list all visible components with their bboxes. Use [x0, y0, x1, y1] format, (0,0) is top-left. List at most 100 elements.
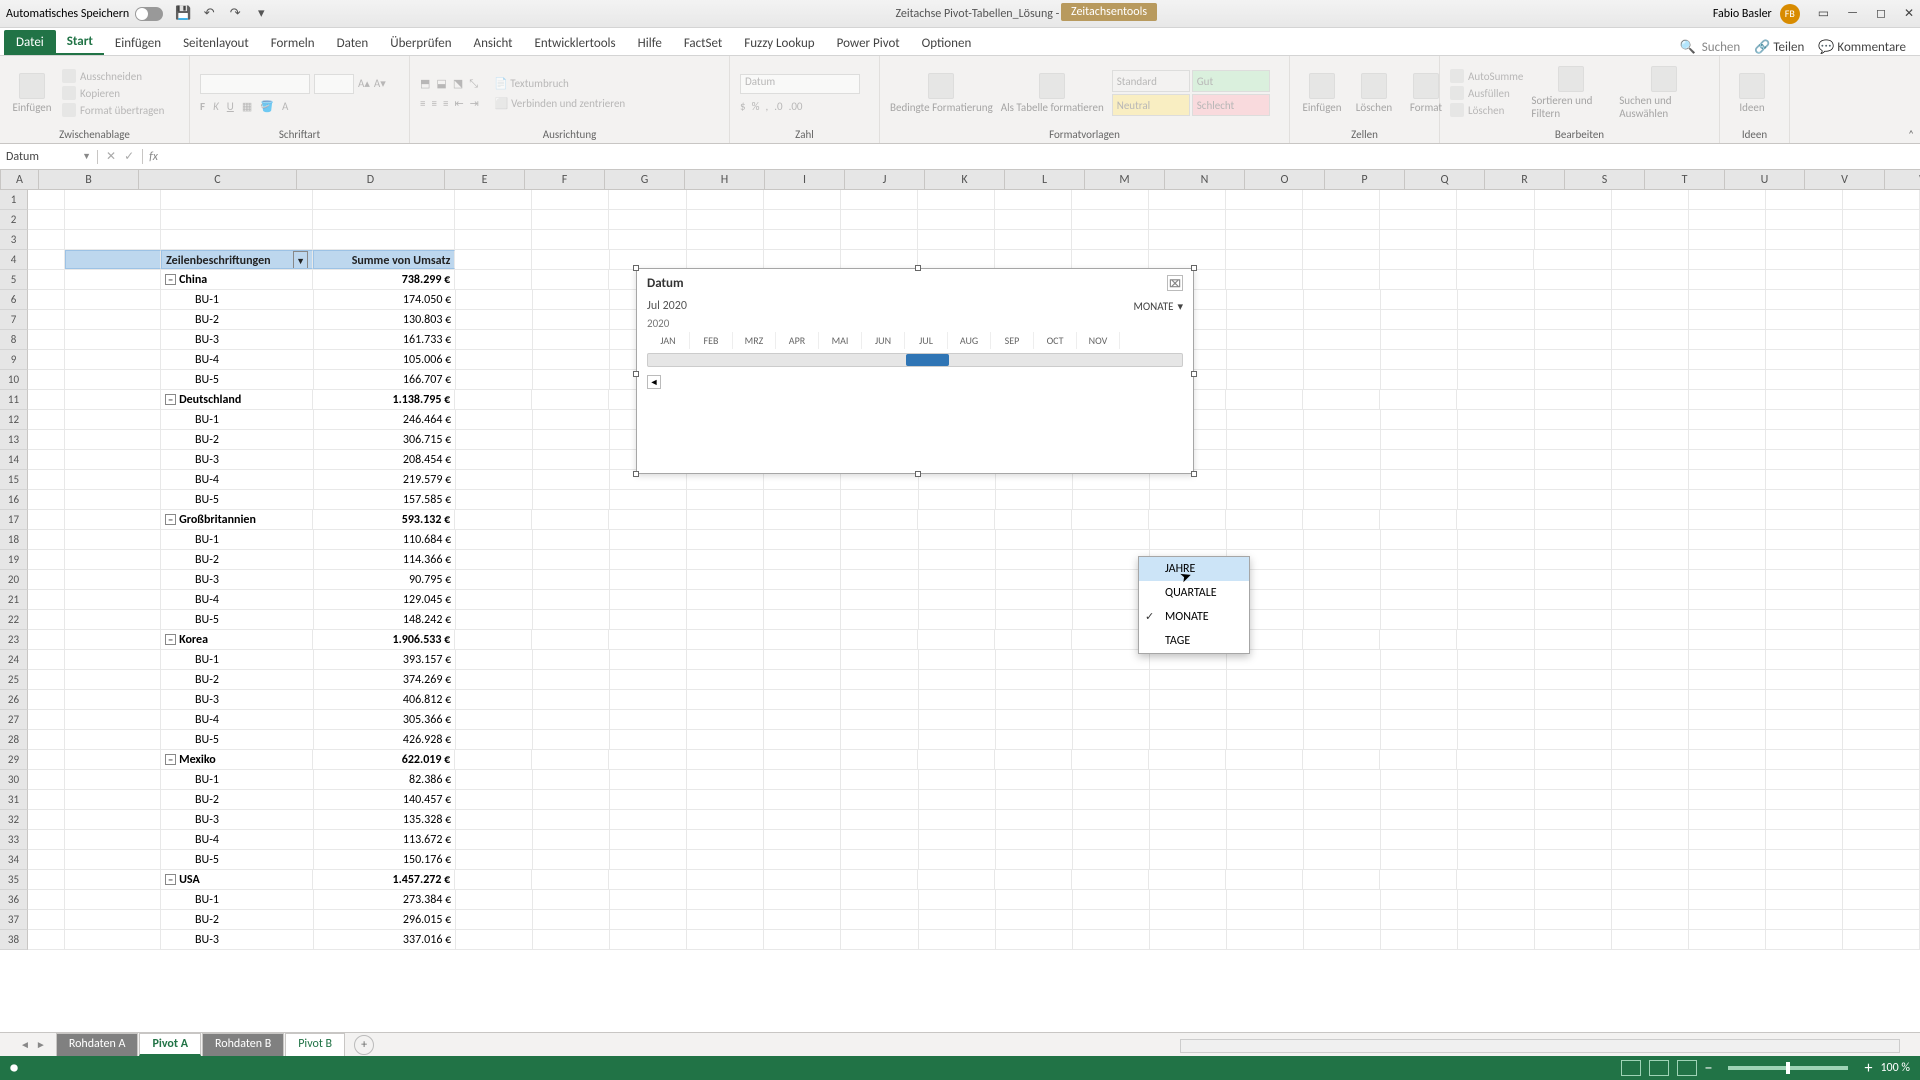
cell[interactable] [1535, 550, 1612, 569]
row-header[interactable]: 26 [0, 690, 28, 710]
cell[interactable] [65, 750, 161, 769]
cell[interactable] [1458, 650, 1535, 669]
row-header[interactable]: 28 [0, 730, 28, 750]
cell[interactable] [1150, 490, 1227, 509]
cell[interactable] [1304, 410, 1381, 429]
row-header[interactable]: 30 [0, 770, 28, 790]
cell[interactable] [1766, 470, 1843, 489]
cell[interactable] [1612, 310, 1689, 329]
pivot-row-label[interactable]: BU-3 [161, 570, 314, 589]
cell[interactable] [161, 190, 313, 209]
pivot-row-label[interactable]: BU-2 [161, 790, 314, 809]
cell[interactable] [532, 270, 609, 289]
cell[interactable] [1612, 190, 1689, 209]
cell[interactable] [1689, 870, 1766, 889]
cell[interactable] [610, 570, 687, 589]
pivot-row-label[interactable]: −Korea [161, 630, 313, 649]
cell[interactable] [996, 790, 1073, 809]
cell[interactable] [1227, 790, 1304, 809]
row-header[interactable]: 24 [0, 650, 28, 670]
cell[interactable] [1535, 930, 1612, 949]
row-header[interactable]: 10 [0, 370, 28, 390]
cell[interactable] [764, 490, 841, 509]
cell[interactable] [1150, 830, 1227, 849]
cell[interactable] [65, 770, 161, 789]
ribbon-display-options-icon[interactable]: ▭ [1818, 6, 1829, 21]
cell[interactable] [1612, 430, 1689, 449]
cell[interactable] [1149, 190, 1226, 209]
cell[interactable] [841, 890, 918, 909]
cell[interactable] [1303, 870, 1380, 889]
cell[interactable] [1535, 690, 1612, 709]
pivot-row-value[interactable]: 593.132 € [313, 510, 455, 529]
cell[interactable] [533, 690, 610, 709]
cell[interactable] [1227, 490, 1304, 509]
cell[interactable] [1535, 190, 1612, 209]
pivot-row-label[interactable]: BU-5 [161, 610, 314, 629]
maximize-icon[interactable]: ◻ [1876, 6, 1886, 21]
cell[interactable] [1535, 730, 1612, 749]
cell[interactable] [687, 630, 764, 649]
clear-filter-icon[interactable]: ⌧ [1167, 275, 1183, 291]
cell[interactable] [764, 550, 841, 569]
cell[interactable] [1149, 250, 1226, 269]
cell[interactable] [1843, 450, 1920, 469]
cell[interactable] [28, 730, 65, 749]
cell[interactable] [995, 190, 1072, 209]
cell[interactable] [1689, 370, 1766, 389]
row-header[interactable]: 20 [0, 570, 28, 590]
cell[interactable] [841, 690, 918, 709]
cell[interactable] [532, 210, 609, 229]
cell[interactable] [1535, 590, 1612, 609]
cell[interactable] [1689, 550, 1766, 569]
cell[interactable] [532, 250, 609, 269]
cell[interactable] [1304, 610, 1381, 629]
cell-styles-gallery[interactable]: Standard Gut Neutral Schlecht [1112, 70, 1270, 116]
row-header[interactable]: 14 [0, 450, 28, 470]
cell[interactable] [1612, 530, 1689, 549]
cell[interactable] [1303, 250, 1380, 269]
cell[interactable] [1612, 570, 1689, 589]
cell[interactable] [1381, 730, 1458, 749]
cell[interactable] [1304, 590, 1381, 609]
cell[interactable] [28, 850, 65, 869]
pivot-row-label[interactable]: BU-1 [161, 530, 314, 549]
cell[interactable] [610, 830, 687, 849]
wrap-text-button[interactable]: 📄 Textumbruch [494, 77, 569, 91]
cell[interactable] [1304, 650, 1381, 669]
cell[interactable] [764, 650, 841, 669]
timeline-month[interactable]: MAI [819, 332, 862, 349]
cell[interactable] [1226, 750, 1303, 769]
paste-button[interactable]: Einfügen [10, 73, 54, 114]
pivot-value-header[interactable]: Summe von Umsatz [313, 250, 455, 269]
column-header[interactable]: P [1325, 170, 1405, 189]
cell[interactable] [1689, 350, 1766, 369]
cell[interactable] [918, 870, 995, 889]
cell[interactable] [456, 470, 533, 489]
cell[interactable] [1458, 690, 1535, 709]
resize-handle-tr[interactable] [1191, 265, 1197, 271]
cell[interactable] [1843, 830, 1920, 849]
cell[interactable] [1843, 910, 1920, 929]
cell[interactable] [1535, 770, 1612, 789]
cell[interactable] [1227, 430, 1304, 449]
cell[interactable] [28, 770, 65, 789]
cell[interactable] [841, 930, 918, 949]
cell[interactable] [1535, 870, 1612, 889]
column-header[interactable]: U [1725, 170, 1805, 189]
cell[interactable] [28, 230, 65, 249]
cell[interactable] [1073, 730, 1150, 749]
cell[interactable] [456, 890, 533, 909]
cell[interactable] [28, 710, 65, 729]
cell[interactable] [1535, 910, 1612, 929]
pivot-row-label[interactable]: BU-4 [161, 470, 314, 489]
zoom-value[interactable]: 100 % [1880, 1061, 1910, 1075]
cell[interactable] [532, 870, 609, 889]
cell[interactable] [1227, 910, 1304, 929]
cell[interactable] [1304, 670, 1381, 689]
cell[interactable] [841, 790, 918, 809]
cell[interactable] [1457, 210, 1534, 229]
pivot-row-value[interactable]: 208.454 € [314, 450, 456, 469]
pivot-row-value[interactable]: 306.715 € [314, 430, 456, 449]
cell[interactable] [1304, 890, 1381, 909]
